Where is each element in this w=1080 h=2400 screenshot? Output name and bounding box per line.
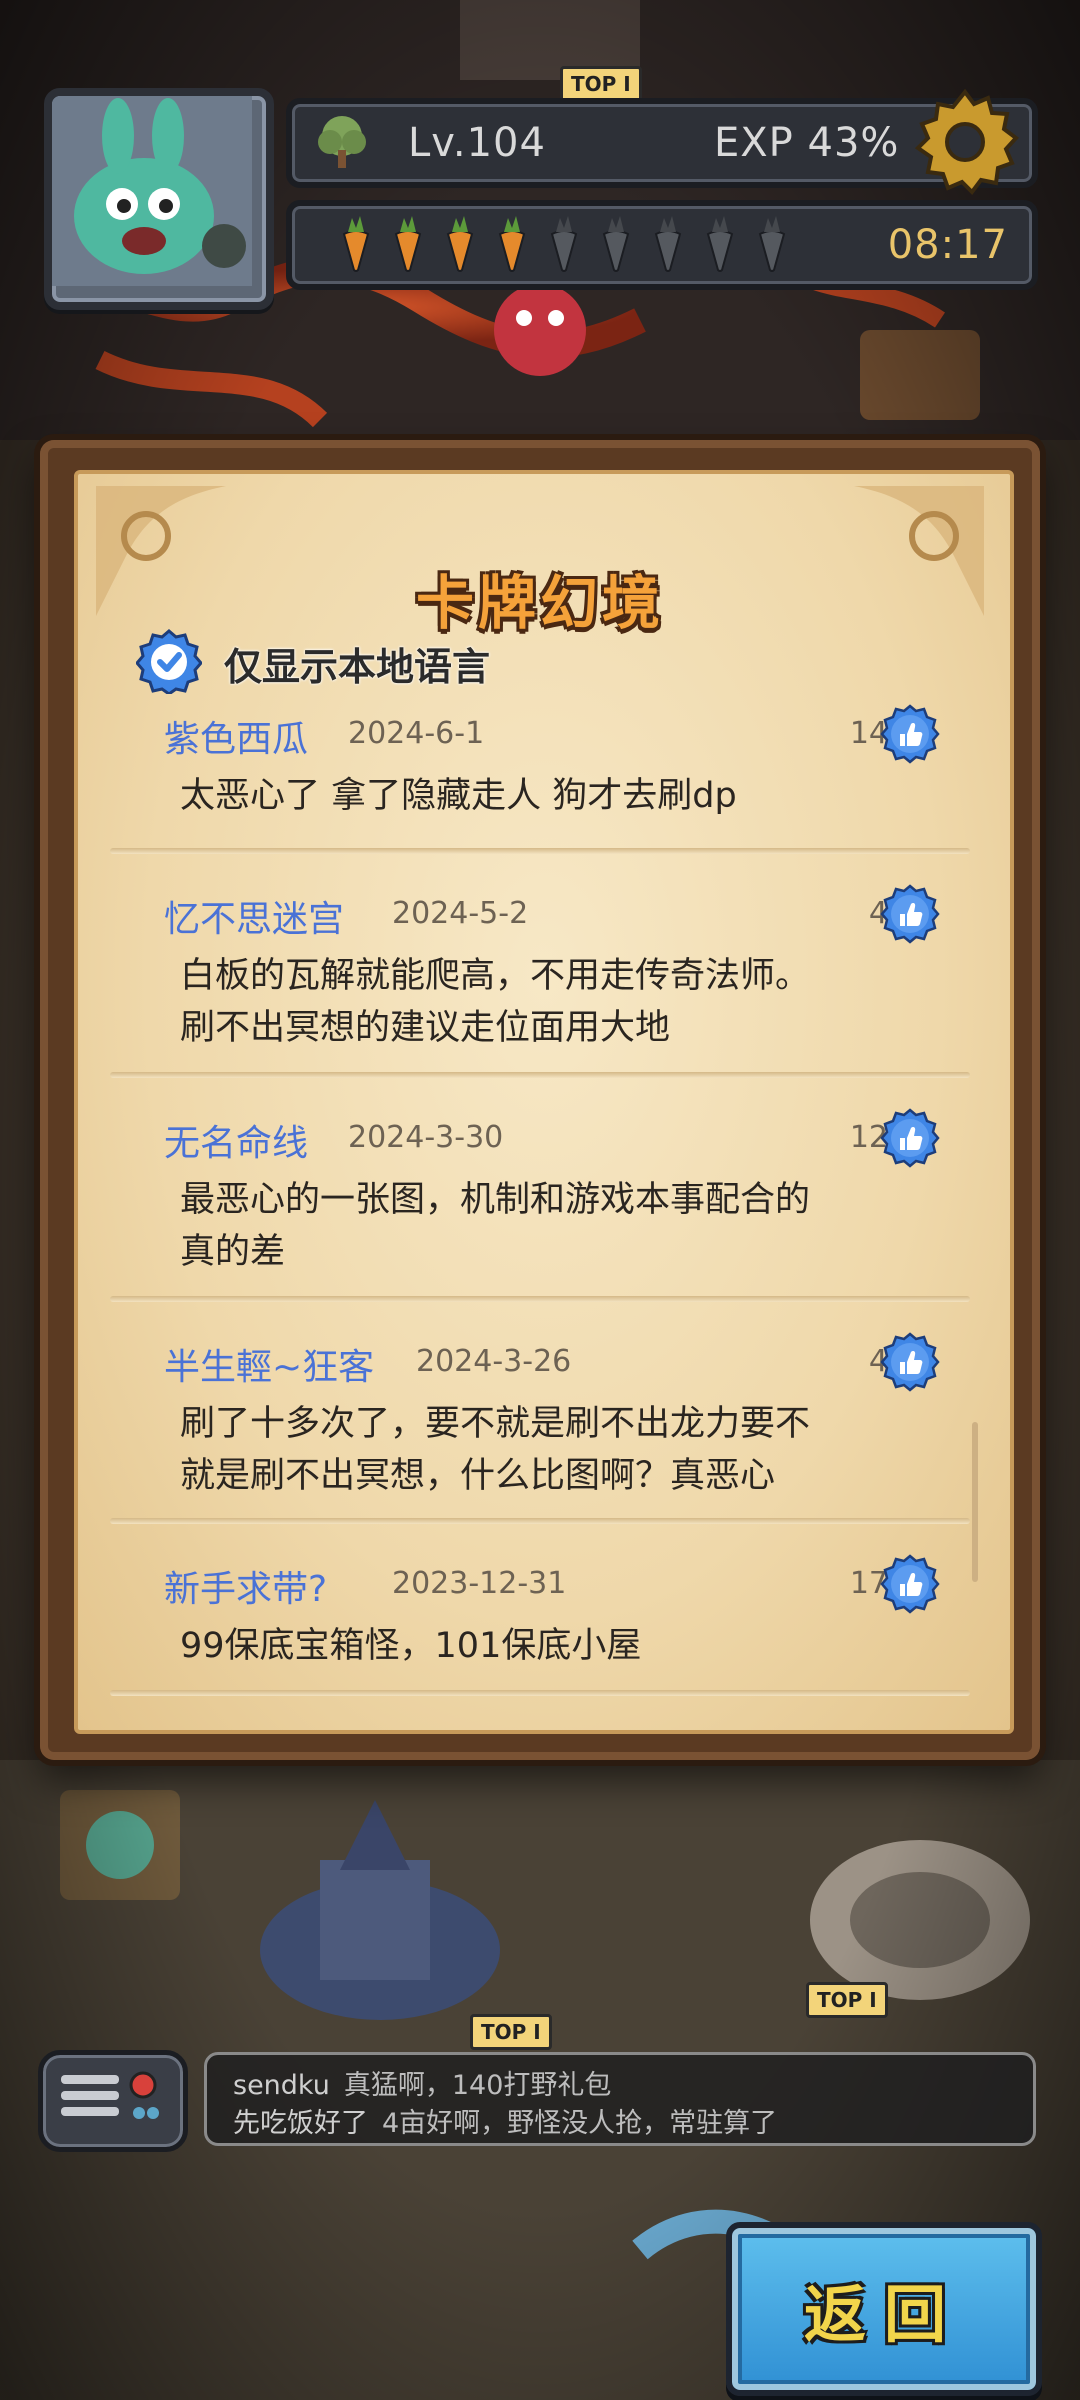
thumbs-up-icon[interactable] (880, 704, 940, 764)
carrot-empty-icon (550, 216, 578, 272)
stamina-timer: 08:17 (887, 222, 1008, 268)
chat-text: 4亩好啊，野怪没人抢，常驻算了 (382, 2108, 778, 2139)
comment-username[interactable]: 无名命线 (164, 1114, 308, 1166)
settings-gear-icon[interactable] (910, 86, 1020, 196)
comment-list[interactable]: 紫色西瓜 2024-6-1 14 太恶心了 拿了隐藏走人 狗才去刷dp 忆不思迷… (74, 700, 1006, 1700)
comment-item: 新手求带? 2023-12-31 17 99保底宝箱怪，101保底小屋 (74, 1560, 1006, 1710)
carrot-full-icon (342, 216, 370, 272)
chat-preview[interactable]: sendku 真猛啊，140打野礼包 先吃饭好了 4亩好啊，野怪没人抢，常驻算了 (204, 2052, 1036, 2146)
comment-item: 紫色西瓜 2024-6-1 14 太恶心了 拿了隐藏走人 狗才去刷dp (74, 710, 1006, 860)
comment-username[interactable]: 紫色西瓜 (164, 710, 308, 762)
thumbs-up-icon[interactable] (880, 884, 940, 944)
chat-toggle-button[interactable] (38, 2050, 188, 2152)
local-language-checkbox-icon[interactable] (136, 628, 202, 694)
map-rank-badge: TOP I (560, 66, 642, 102)
comment-username[interactable]: 新手求带? (164, 1560, 327, 1612)
carrot-full-icon (394, 216, 422, 272)
comment-divider (110, 1072, 970, 1078)
back-button[interactable]: 返回 (726, 2222, 1042, 2396)
comment-text: 太恶心了 拿了隐藏走人 狗才去刷dp (180, 776, 737, 816)
comment-divider (110, 1518, 970, 1524)
stamina-carrots (342, 216, 786, 272)
map-rank-badge: TOP I (470, 2014, 552, 2050)
carrot-full-icon (446, 216, 474, 272)
comment-item: 半生輕~狂客 2024-3-26 4 刷了十多次了，要不就是刷不出龙力要不 就是… (74, 1338, 1006, 1538)
comment-divider (110, 1296, 970, 1302)
carrot-full-icon (498, 216, 526, 272)
comment-divider (110, 1690, 970, 1696)
comment-text: 99保底宝箱怪，101保底小屋 (180, 1626, 642, 1666)
comment-date: 2024-3-30 (348, 1120, 504, 1155)
comment-date: 2024-5-2 (392, 896, 529, 931)
comment-text: 最恶心的一张图，机制和游戏本事配合的 真的差 (180, 1180, 811, 1272)
comment-date: 2024-6-1 (348, 716, 485, 751)
carrot-empty-icon (654, 216, 682, 272)
back-button-label: 返回 (803, 2278, 964, 2351)
carrot-empty-icon (758, 216, 786, 272)
comment-text: 白板的瓦解就能爬高，不用走传奇法师。 刷不出冥想的建议走位面用大地 (180, 956, 811, 1048)
thumbs-up-icon[interactable] (880, 1108, 940, 1168)
comment-item: 无名命线 2024-3-30 12 最恶心的一张图，机制和游戏本事配合的 真的差 (74, 1114, 1006, 1314)
comment-list-scrollbar[interactable] (972, 1422, 978, 1582)
avatar-character-icon (52, 96, 252, 286)
thumbs-up-icon[interactable] (880, 1554, 940, 1614)
comment-text: 刷了十多次了，要不就是刷不出龙力要不 就是刷不出冥想，什么比图啊？真恶心 (180, 1404, 811, 1496)
thumbs-up-icon[interactable] (880, 1332, 940, 1392)
carrot-empty-icon (602, 216, 630, 272)
local-language-filter-label[interactable]: 仅显示本地语言 (224, 636, 490, 691)
chat-sender: 先吃饭好了 (233, 2108, 368, 2139)
chat-message: sendku 真猛啊，140打野礼包 (233, 2063, 611, 2102)
tree-icon (318, 116, 366, 168)
stamina-bar: 08:17 (286, 200, 1038, 290)
chat-message: 先吃饭好了 4亩好啊，野怪没人抢，常驻算了 (233, 2101, 777, 2140)
map-rank-badge: TOP I (806, 1982, 888, 2018)
chat-sender: sendku (233, 2070, 330, 2101)
comment-divider (110, 848, 970, 854)
comment-username[interactable]: 忆不思迷宫 (164, 890, 344, 942)
chat-text: 真猛啊，140打野礼包 (343, 2070, 612, 2101)
level-text: Lv.104 (408, 120, 546, 166)
chat-menu-icon (61, 2071, 159, 2119)
comment-username[interactable]: 半生輕~狂客 (164, 1338, 374, 1390)
exp-text: EXP 43% (714, 120, 900, 166)
comment-item: 忆不思迷宫 2024-5-2 4 白板的瓦解就能爬高，不用走传奇法师。 刷不出冥… (74, 890, 1006, 1090)
comment-date: 2023-12-31 (392, 1566, 567, 1601)
carrot-empty-icon (706, 216, 734, 272)
player-avatar[interactable] (44, 88, 274, 310)
comment-date: 2024-3-26 (416, 1344, 572, 1379)
